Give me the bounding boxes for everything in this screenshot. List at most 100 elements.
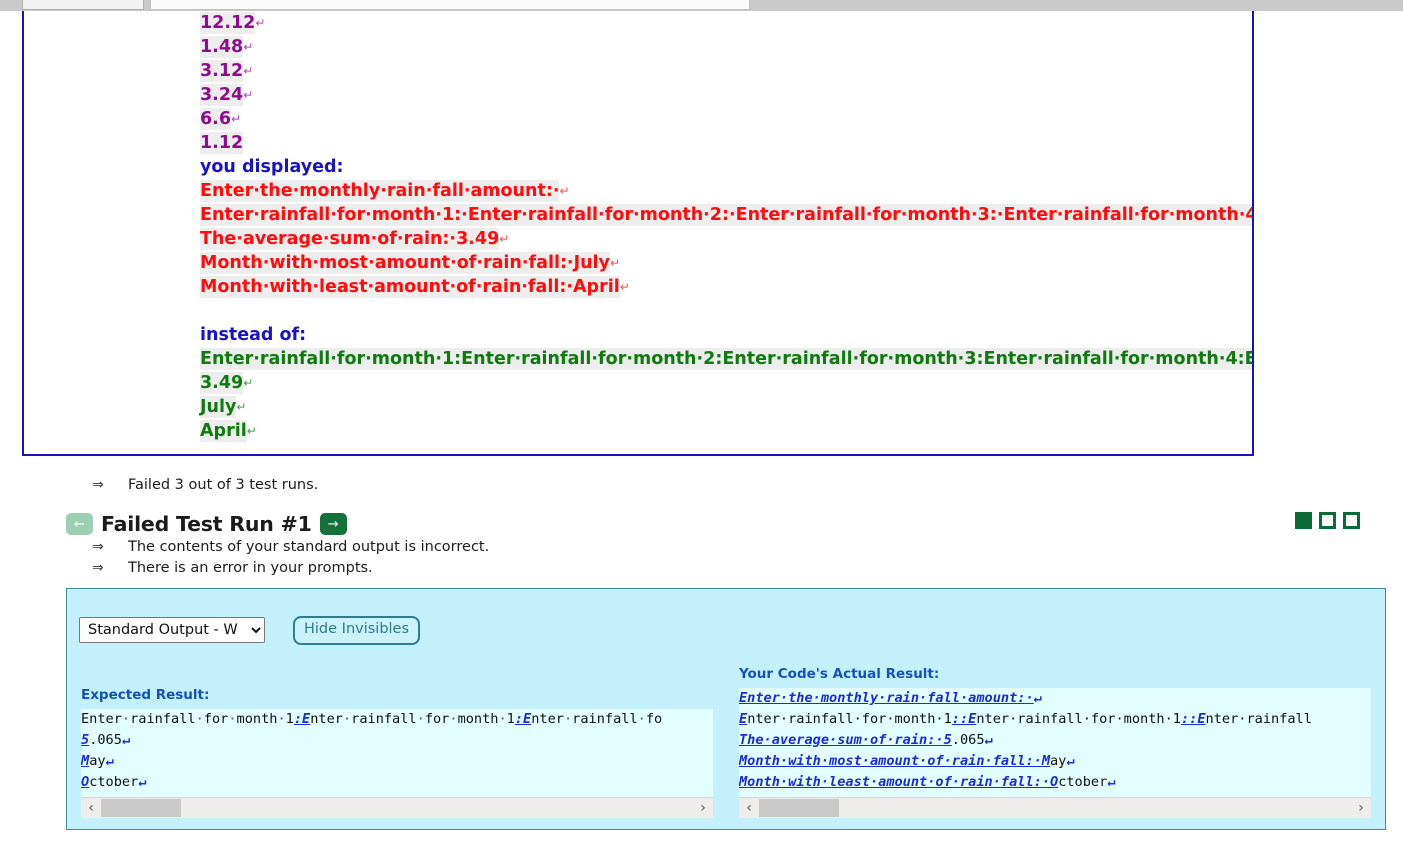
code-output-label: you displayed:: [200, 155, 1254, 179]
carriage-return-icon: ↵: [236, 400, 246, 414]
diff-text: month: [458, 711, 499, 727]
code-output-text: 1.12: [200, 132, 243, 154]
code-output-line: April↵: [200, 419, 1254, 443]
diff-line: Month·with·least·amount·of·rain·fall:·Oc…: [739, 772, 1371, 793]
space-dot: ·: [228, 711, 236, 727]
expected-result-title: Expected Result:: [81, 687, 713, 703]
code-output-text: July: [200, 396, 236, 418]
diff-text: 1: [507, 711, 515, 727]
test-output-diff-content: 12.12↵1.48↵3.12↵3.24↵6.6↵1.12you display…: [200, 11, 1254, 443]
diff-text: rainfall: [572, 711, 637, 727]
diff-highlight: 5: [81, 732, 89, 748]
space-dot: ·: [343, 711, 351, 727]
expected-result-textbox[interactable]: Enter·rainfall·for·month·1:Enter·rainfal…: [81, 709, 713, 797]
carriage-return-icon: ↵: [1107, 774, 1115, 790]
diff-highlight: Enter·the·monthly·rain·fall·amount:·: [739, 690, 1034, 706]
output-comparison-panel: Standard Output - W Hide Invisibles Expe…: [66, 588, 1386, 830]
carriage-return-icon: ↵: [255, 16, 265, 30]
actual-result-scrollbar[interactable]: ‹ ›: [739, 797, 1371, 818]
diff-highlight: Month·with·least·amount·of·rain·fall:·O: [739, 774, 1058, 790]
expected-result-scrollbar[interactable]: ‹ ›: [81, 797, 713, 818]
space-dot: ·: [449, 711, 457, 727]
carriage-return-icon: ↵: [247, 424, 257, 438]
diff-highlight: Month·with·most·amount·of·rain·fall:·M: [739, 753, 1050, 769]
code-output-line: Enter·rainfall·for·month·1:Enter·rainfal…: [200, 347, 1254, 371]
diff-highlight: :E: [294, 711, 310, 727]
hide-invisibles-button[interactable]: Hide Invisibles: [293, 616, 420, 645]
code-output-line: Month·with·most·amount·of·rain·fall:·Jul…: [200, 251, 1254, 275]
actual-result-textbox[interactable]: Enter·the·monthly·rain·fall·amount:·↵Ent…: [739, 688, 1371, 797]
carriage-return-icon: ↵: [243, 376, 253, 390]
diff-text: rainfall: [351, 711, 416, 727]
browser-tab-partial[interactable]: [22, 0, 144, 10]
space-dot: ·: [638, 711, 646, 727]
diff-text: nter: [531, 711, 564, 727]
address-bar-partial[interactable]: [150, 0, 750, 10]
diff-line: Month·with·most·amount·of·rain·fall:·May…: [739, 751, 1371, 772]
scrollbar-thumb[interactable]: [759, 799, 839, 817]
code-output-text: Enter·rainfall·for·month·1:Enter·rainfal…: [200, 348, 1254, 370]
code-output-line: July↵: [200, 395, 1254, 419]
code-output-line: The·average·sum·of·rain:·3.49↵: [200, 227, 1254, 251]
next-test-run-button[interactable]: →: [320, 513, 347, 535]
failed-summary-text: Failed 3 out of 3 test runs.: [128, 477, 318, 493]
code-output-text: Enter·rainfall·for·month·1:·Enter·rainfa…: [200, 204, 1254, 226]
diff-text: ctober: [1058, 774, 1107, 790]
space-dot: ·: [122, 711, 130, 727]
code-output-text: The·average·sum·of·rain:·3.49: [200, 228, 499, 250]
column-guide-line: [1252, 11, 1254, 455]
code-output-text: Enter·the·monthly·rain·fall·amount:·: [200, 180, 559, 202]
bullet-icon: ⇒: [92, 539, 104, 555]
carriage-return-icon: ↵: [1066, 753, 1074, 769]
code-output-line: 12.12↵: [200, 11, 1254, 35]
carriage-return-icon: ↵: [138, 774, 146, 790]
space-dot: ·: [196, 711, 204, 727]
diff-highlight: O: [81, 774, 89, 790]
code-output-line: 1.12: [200, 131, 1254, 155]
diff-text: rainfall: [130, 711, 195, 727]
space-dot: ·: [498, 711, 506, 727]
scroll-right-icon[interactable]: ›: [693, 800, 713, 816]
test-run-indicator[interactable]: [1295, 512, 1312, 529]
carriage-return-icon: ↵: [231, 112, 241, 126]
diff-highlight: ::E: [1181, 711, 1206, 727]
code-output-text: April: [200, 420, 247, 442]
space-dot: ·: [277, 711, 285, 727]
code-output-line: 6.6↵: [200, 107, 1254, 131]
code-output-line: Enter·rainfall·for·month·1:·Enter·rainfa…: [200, 203, 1254, 227]
code-output-text: 6.6: [200, 108, 231, 130]
code-output-text: 1.48: [200, 36, 243, 58]
test-error-message: There is an error in your prompts.: [128, 560, 373, 576]
blank-line: [200, 299, 1254, 323]
code-output-text: 3.49: [200, 372, 243, 394]
code-output-text: 3.24: [200, 84, 243, 106]
carriage-return-icon: ↵: [559, 184, 569, 198]
carriage-return-icon: ↵: [499, 232, 509, 246]
output-stream-select[interactable]: Standard Output - W: [79, 617, 265, 643]
diff-line: October↵: [81, 772, 713, 793]
prev-test-run-button[interactable]: ←: [66, 513, 93, 535]
test-run-indicator[interactable]: [1319, 512, 1336, 529]
code-output-text: 12.12: [200, 12, 255, 34]
diff-line: Enter·rainfall·for·month·1:Enter·rainfal…: [81, 709, 713, 730]
code-output-line: 3.12↵: [200, 59, 1254, 83]
scroll-left-icon[interactable]: ‹: [739, 800, 759, 816]
code-output-line: Enter·the·monthly·rain·fall·amount:·↵: [200, 179, 1254, 203]
code-output-text: 3.12: [200, 60, 243, 82]
scrollbar-thumb[interactable]: [101, 799, 181, 817]
code-output-line: Month·with·least·amount·of·rain·fall:·Ap…: [200, 275, 1254, 299]
scroll-right-icon[interactable]: ›: [1351, 800, 1371, 816]
diff-text: ay: [89, 753, 105, 769]
carriage-return-icon: ↵: [610, 256, 620, 270]
bullet-icon: ⇒: [92, 560, 104, 576]
carriage-return-icon: ↵: [243, 88, 253, 102]
diff-text: fo: [646, 711, 662, 727]
diff-line: 5.065↵: [81, 730, 713, 751]
code-output-line: 3.49↵: [200, 371, 1254, 395]
diff-highlight: The·average·sum·of·rain:·5: [739, 732, 952, 748]
scroll-left-icon[interactable]: ‹: [81, 800, 101, 816]
carriage-return-icon: ↵: [122, 732, 130, 748]
bullet-icon: ⇒: [92, 477, 104, 493]
test-run-indicator[interactable]: [1343, 512, 1360, 529]
code-output-line: 1.48↵: [200, 35, 1254, 59]
